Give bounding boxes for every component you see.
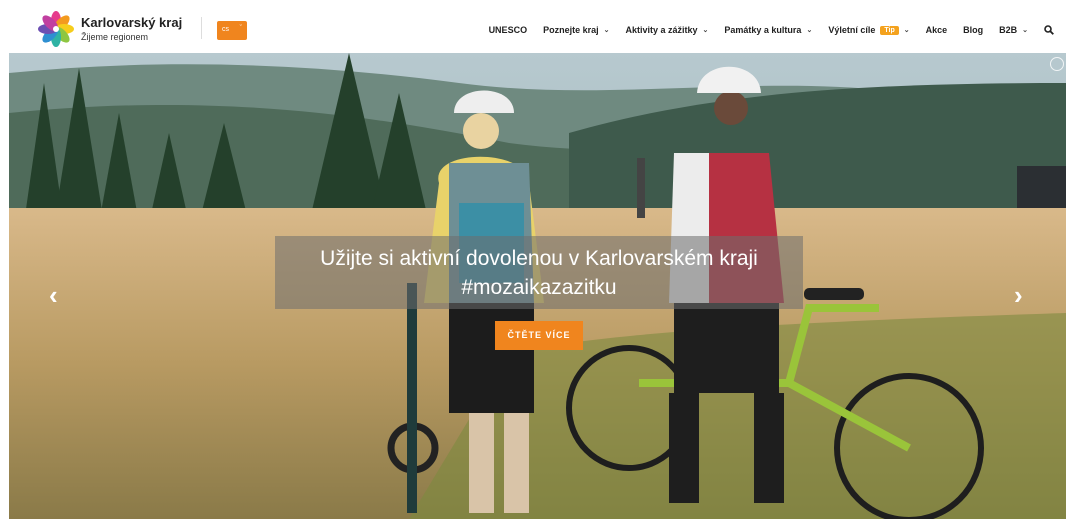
- hero-caption: Užijte si aktivní dovolenou v Karlovarsk…: [275, 236, 803, 309]
- chevron-down-icon: ⌄: [702, 27, 709, 34]
- main-nav: UNESCO Poznejte kraj ⌄ Aktivity a zážitk…: [473, 21, 1054, 39]
- brand-subtitle: Žijeme regionem: [81, 32, 149, 42]
- nav-item-label: Aktivity a zážitky: [625, 25, 698, 35]
- nav-item-vyletni-cile[interactable]: Výletní cíle Tip ⌄: [828, 25, 909, 35]
- expand-icon[interactable]: [1050, 57, 1064, 71]
- language-current: cs: [222, 26, 229, 33]
- chevron-down-icon: ⌄: [903, 27, 910, 34]
- chevron-down-icon: ⌄: [1022, 27, 1028, 34]
- nav-item-label: Poznejte kraj: [543, 25, 599, 35]
- prev-slide-arrow[interactable]: ‹: [49, 282, 58, 308]
- nav-item-label: UNESCO: [488, 25, 528, 35]
- nav-item-label: Výletní cíle: [828, 25, 876, 35]
- chevron-down-icon: ⌄: [806, 27, 813, 34]
- header-divider: [201, 17, 202, 39]
- flower-logo-icon[interactable]: [38, 11, 74, 47]
- chevron-down-icon: ˇ: [239, 25, 242, 32]
- next-slide-arrow[interactable]: ›: [1014, 282, 1023, 308]
- nav-item-label: Památky a kultura: [724, 25, 802, 35]
- hero-caption-line1: Užijte si aktivní dovolenou v Karlovarsk…: [320, 247, 758, 270]
- language-selector[interactable]: cs ˇ: [217, 21, 247, 40]
- nav-item-akce[interactable]: Akce: [926, 25, 948, 35]
- search-icon[interactable]: [1044, 25, 1054, 35]
- nav-item-aktivity[interactable]: Aktivity a zážitky ⌄: [625, 25, 708, 35]
- nav-item-poznejte-kraj[interactable]: Poznejte kraj ⌄: [543, 25, 609, 35]
- nav-item-label: B2B: [999, 25, 1018, 35]
- nav-item-blog[interactable]: Blog: [963, 25, 983, 35]
- site-header: Karlovarský kraj Žijeme regionem cs ˇ UN…: [0, 0, 1066, 53]
- nav-item-unesco[interactable]: UNESCO: [489, 25, 528, 35]
- hero-caption-line2: #mozaikazazitku: [461, 276, 617, 299]
- nav-item-label: Blog: [963, 25, 984, 35]
- brand-title[interactable]: Karlovarský kraj: [81, 15, 182, 30]
- chevron-down-icon: ⌄: [603, 27, 610, 34]
- hero-slider[interactable]: ‹ › Užijte si aktivní dovolenou v Karlov…: [9, 53, 1066, 519]
- tip-badge: Tip: [880, 25, 899, 35]
- nav-item-b2b[interactable]: B2B ⌄: [999, 25, 1028, 35]
- nav-item-label: Akce: [925, 25, 948, 35]
- read-more-button[interactable]: ČTĚTE VÍCE: [495, 321, 583, 350]
- nav-item-pamatky[interactable]: Památky a kultura ⌄: [724, 25, 812, 35]
